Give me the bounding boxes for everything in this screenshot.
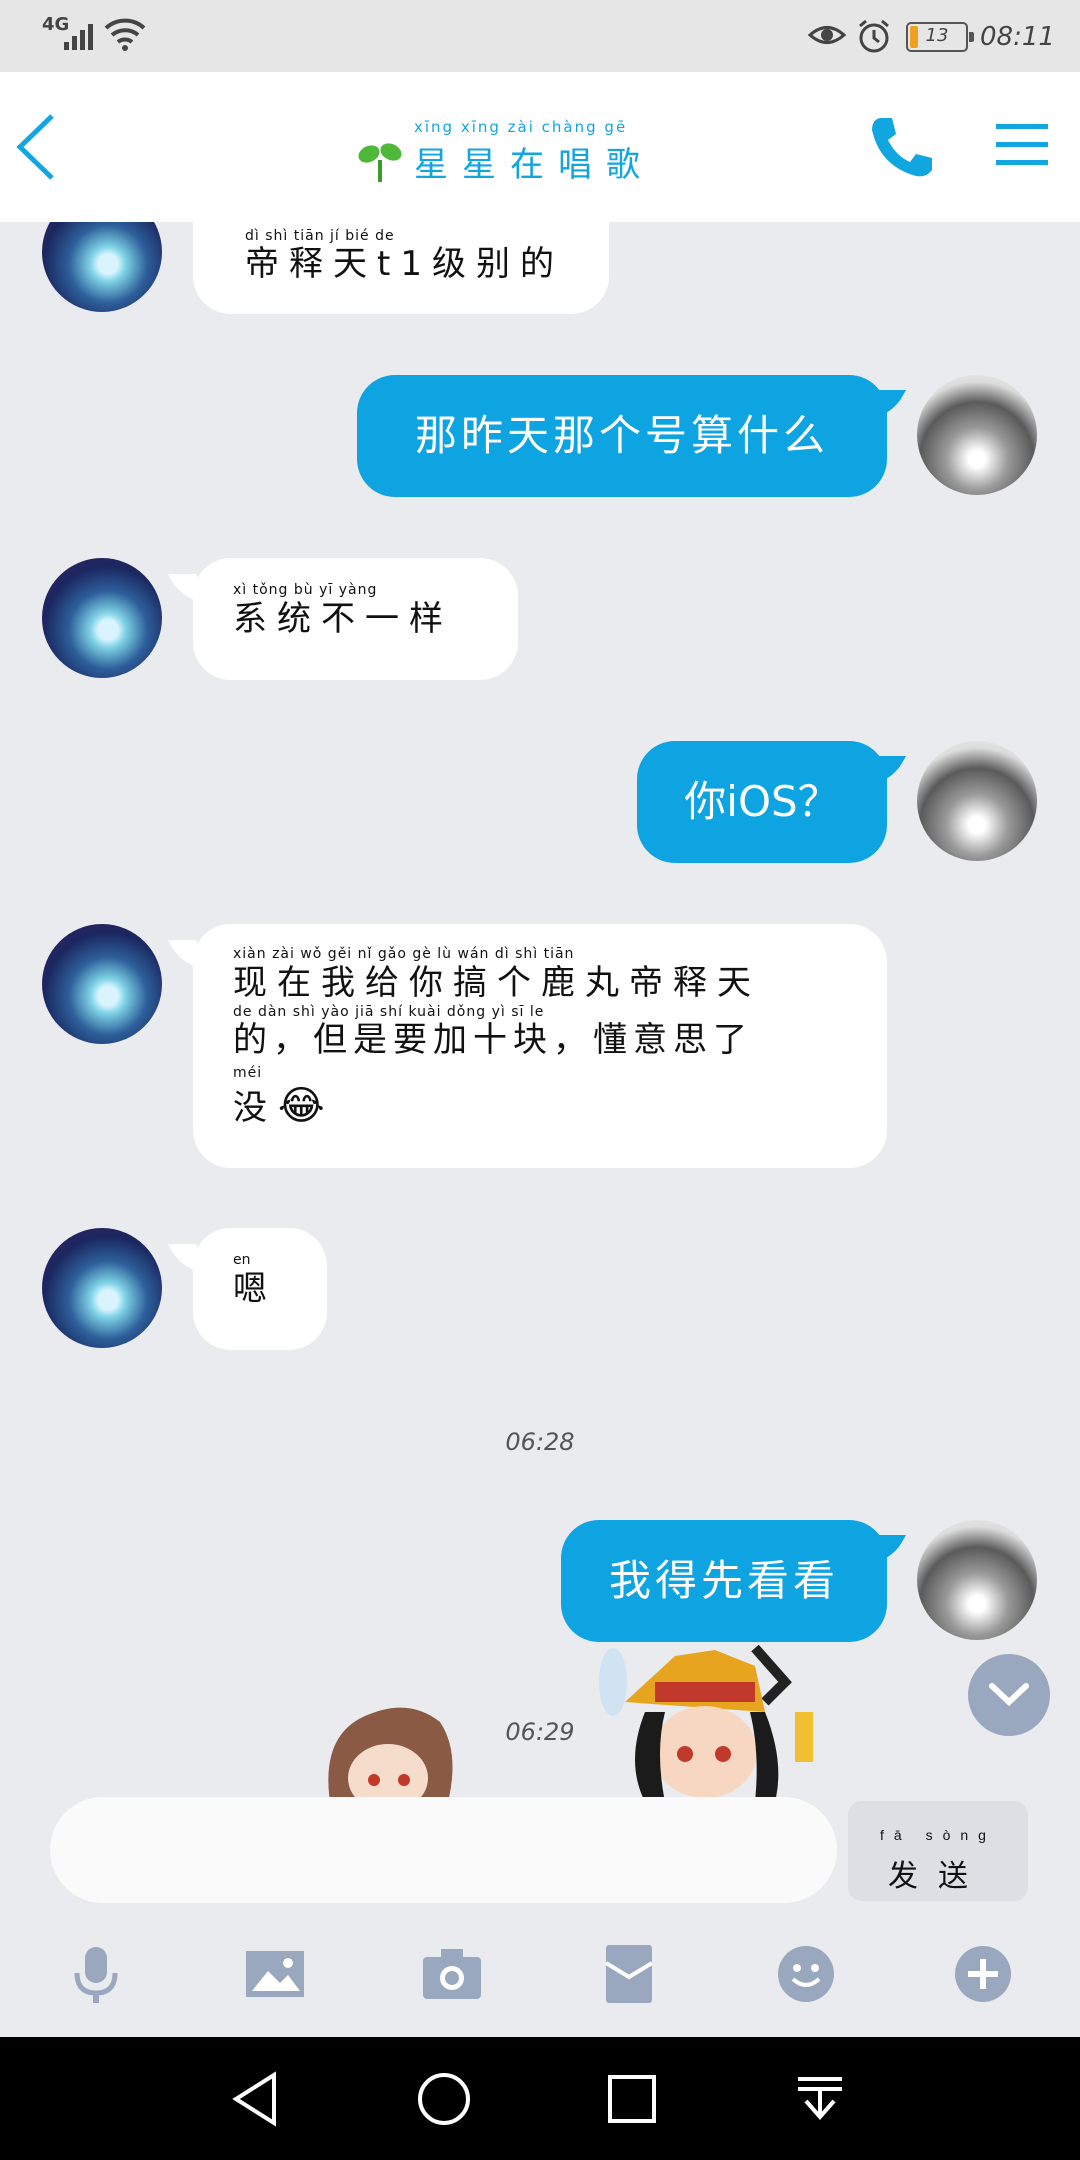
plus-icon[interactable] bbox=[952, 1943, 1014, 2005]
scroll-to-bottom-button[interactable] bbox=[968, 1654, 1050, 1736]
message-text: 我得先看看 bbox=[608, 1555, 839, 1605]
phone-call-icon[interactable] bbox=[866, 112, 936, 182]
message-bubble[interactable]: 我得先看看 bbox=[561, 1520, 887, 1642]
chat-title-group[interactable]: 星星在唱歌 bbox=[356, 116, 654, 186]
avatar[interactable] bbox=[42, 222, 162, 312]
message-pinyin: xì tǒng bù yī yàng bbox=[233, 582, 378, 598]
message-bubble[interactable]: 那昨天那个号算什么 bbox=[357, 375, 887, 497]
chat-title: 星星在唱歌 bbox=[414, 145, 654, 185]
emoji-icon[interactable] bbox=[775, 1943, 837, 2005]
send-button[interactable]: fā sòng 发送 bbox=[848, 1801, 1028, 1901]
message-bubble[interactable]: dì shì tiān jí bié de 帝释天t1级别的 bbox=[193, 222, 609, 314]
chat-header: xīng xīng zài chàng gē 星星在唱歌 bbox=[0, 72, 1080, 222]
status-time: 08:11 bbox=[980, 22, 1055, 52]
alarm-icon bbox=[859, 19, 889, 53]
sprout-icon bbox=[358, 143, 402, 182]
avatar[interactable] bbox=[917, 375, 1037, 495]
message-pinyin: en bbox=[233, 1252, 251, 1268]
red-envelope-icon[interactable] bbox=[598, 1943, 660, 2005]
message-pinyin: dì shì tiān jí bié de bbox=[245, 228, 395, 244]
message-bubble[interactable]: en 嗯 bbox=[193, 1228, 327, 1350]
back-triangle-icon[interactable] bbox=[228, 2071, 284, 2127]
chat-area[interactable]: dì shì tiān jí bié de 帝释天t1级别的 那昨天那个号算什么… bbox=[0, 222, 1080, 1797]
signal-icon bbox=[64, 24, 93, 50]
input-toolbar bbox=[0, 1913, 1080, 2037]
input-bar: fā sòng 发送 bbox=[0, 1797, 1080, 1913]
home-circle-icon[interactable] bbox=[416, 2071, 472, 2127]
avatar[interactable] bbox=[42, 558, 162, 678]
message-pinyin: xiàn zài wǒ gěi nǐ gǎo gè lù wán dì shì … bbox=[233, 946, 575, 962]
anime-boy-sticker[interactable] bbox=[320, 1692, 460, 1797]
back-arrow-icon[interactable] bbox=[12, 110, 62, 184]
avatar[interactable] bbox=[917, 1520, 1037, 1640]
avatar[interactable] bbox=[917, 741, 1037, 861]
wifi-icon bbox=[104, 18, 146, 51]
eye-icon bbox=[808, 26, 846, 44]
message-text: 帝释天t1级别的 bbox=[245, 244, 564, 284]
avatar[interactable] bbox=[42, 924, 162, 1044]
recents-square-icon[interactable] bbox=[604, 2071, 660, 2127]
image-icon[interactable] bbox=[244, 1943, 306, 2005]
message-text: 现在我给你搞个鹿丸帝释天 bbox=[233, 962, 761, 1003]
chevron-down-icon bbox=[989, 1683, 1029, 1707]
message-text: 的，但是要加十块，懂意思了 bbox=[233, 1020, 753, 1061]
crying-laughing-emoji: 😂 bbox=[277, 1082, 325, 1129]
avatar[interactable] bbox=[42, 1228, 162, 1348]
message-text: 你iOS？ bbox=[684, 776, 840, 826]
timestamp: 06:29 bbox=[505, 1718, 575, 1746]
send-button-label: 发送 bbox=[888, 1860, 988, 1893]
message-bubble[interactable]: 你iOS？ bbox=[637, 741, 887, 863]
status-bar: 4G 13 08:11 bbox=[0, 0, 1080, 72]
microphone-icon[interactable] bbox=[65, 1943, 127, 2005]
message-text: 那昨天那个号算什么 bbox=[414, 410, 829, 460]
message-input[interactable] bbox=[50, 1797, 837, 1903]
notification-pull-icon[interactable] bbox=[792, 2071, 848, 2127]
battery-level: 13 bbox=[925, 25, 949, 46]
system-navbar bbox=[0, 2037, 1080, 2160]
message-bubble[interactable]: xì tǒng bù yī yàng 系统不一样 bbox=[193, 558, 518, 680]
message-pinyin: méi bbox=[233, 1065, 263, 1082]
timestamp: 06:28 bbox=[505, 1428, 575, 1456]
message-bubble[interactable]: xiàn zài wǒ gěi nǐ gǎo gè lù wán dì shì … bbox=[193, 924, 887, 1168]
send-button-pinyin: fā sòng bbox=[880, 1827, 996, 1843]
menu-icon[interactable] bbox=[994, 120, 1050, 170]
opera-character-sticker[interactable] bbox=[585, 1642, 835, 1797]
message-text: 系统不一样 bbox=[233, 598, 453, 639]
message-pinyin: de dàn shì yào jiā shí kuài dǒng yì sī l… bbox=[233, 1003, 545, 1020]
message-text: 没 bbox=[233, 1087, 267, 1128]
camera-icon[interactable] bbox=[421, 1943, 483, 2005]
battery-icon: 13 bbox=[906, 22, 974, 52]
message-text: 嗯 bbox=[233, 1268, 267, 1309]
